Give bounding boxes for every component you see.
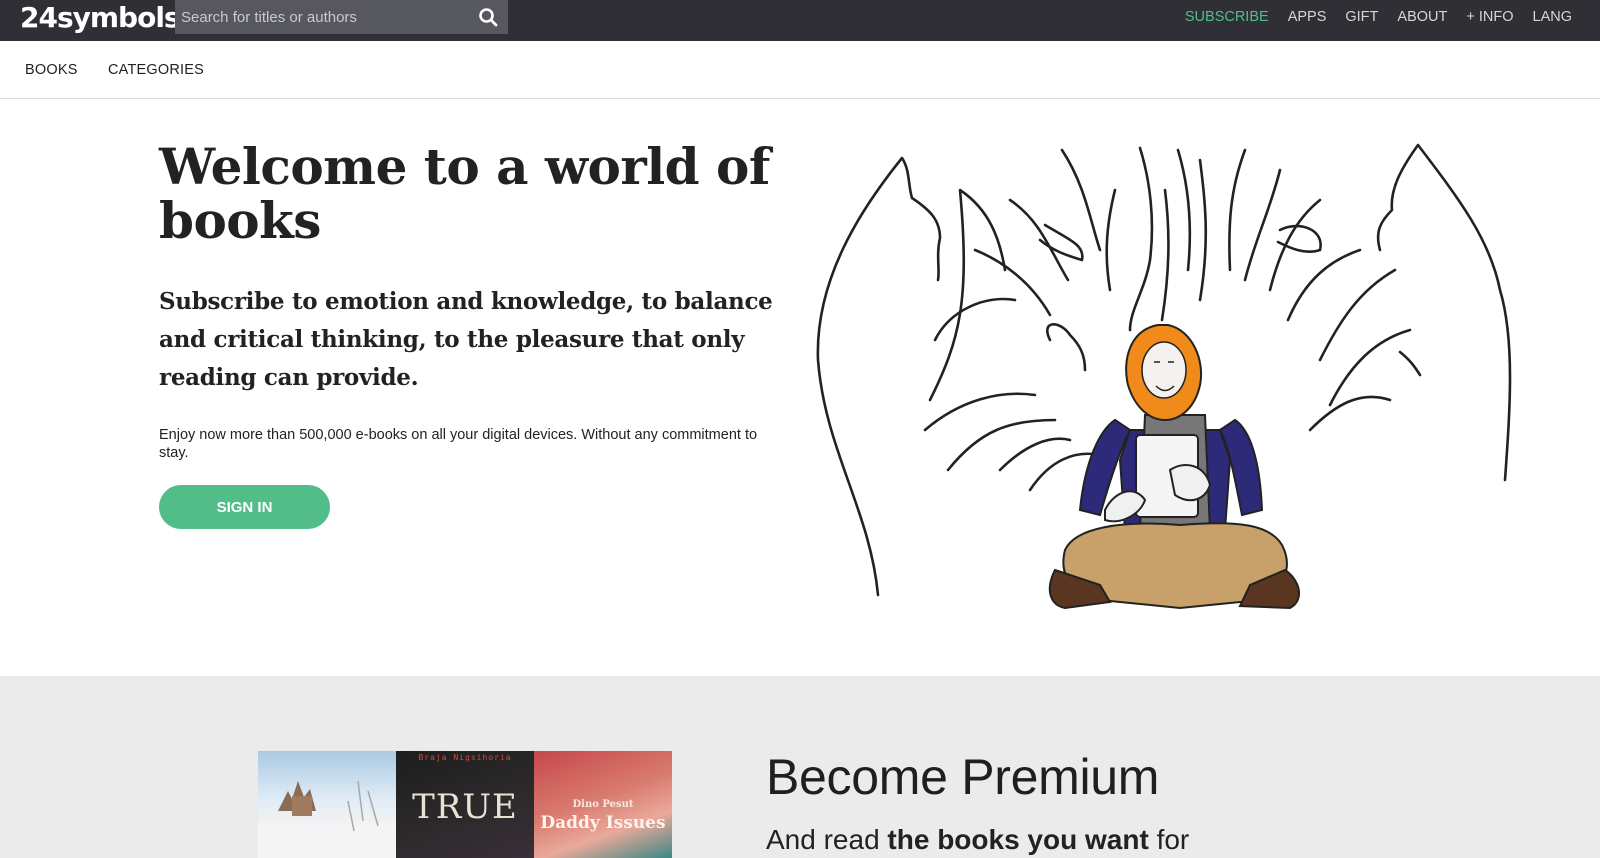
- premium-text-bold: the books you want: [887, 824, 1149, 855]
- book-author: Dino Pesut: [572, 799, 634, 810]
- book-cover[interactable]: [258, 751, 396, 858]
- subnav-books-link[interactable]: BOOKS: [25, 62, 78, 78]
- premium-description: And read the books you want for: [766, 824, 1189, 856]
- subnav-categories-link[interactable]: CATEGORIES: [108, 62, 204, 78]
- book-covers-strip: Braja Nigsihoria TRUE Dino Pesut Daddy I…: [258, 751, 672, 858]
- book-cover[interactable]: Dino Pesut Daddy Issues: [534, 751, 672, 858]
- castle-icon: [258, 780, 396, 858]
- premium-text-start: And read: [766, 824, 880, 855]
- hero-description: Enjoy now more than 500,000 e-books on a…: [159, 427, 758, 461]
- premium-title: Become Premium: [766, 749, 1160, 805]
- premium-text-end: for: [1156, 824, 1190, 855]
- book-title: TRUE: [412, 787, 518, 827]
- reader-on-dragon-throne-illustration: [816, 143, 1512, 610]
- top-nav-links: SUBSCRIBE APPS GIFT ABOUT + INFO LANG: [1185, 0, 1600, 34]
- search-input[interactable]: [175, 0, 465, 34]
- premium-section: Braja Nigsihoria TRUE Dino Pesut Daddy I…: [0, 676, 1600, 858]
- nav-gift-link[interactable]: GIFT: [1345, 9, 1378, 25]
- sign-in-button[interactable]: SIGN IN: [159, 485, 330, 529]
- hero-title: Welcome to a world of books: [159, 137, 770, 250]
- nav-subscribe-link[interactable]: SUBSCRIBE: [1185, 9, 1269, 25]
- book-cover[interactable]: Braja Nigsihoria TRUE: [396, 751, 534, 858]
- nav-about-link[interactable]: ABOUT: [1397, 9, 1447, 25]
- hero-subtitle: Subscribe to emotion and knowledge, to b…: [159, 288, 773, 391]
- nav-lang-link[interactable]: LANG: [1533, 9, 1573, 25]
- book-author: Braja Nigsihoria: [418, 753, 512, 762]
- nav-info-link[interactable]: + INFO: [1466, 9, 1513, 25]
- search-box: [175, 0, 508, 34]
- top-navigation-bar: 24symbols SUBSCRIBE APPS GIFT ABOUT + IN…: [0, 0, 1600, 41]
- book-title: Daddy Issues: [540, 813, 666, 833]
- search-icon[interactable]: [478, 7, 498, 27]
- nav-apps-link[interactable]: APPS: [1288, 9, 1327, 25]
- secondary-navigation: BOOKS CATEGORIES: [0, 41, 1600, 99]
- site-logo[interactable]: 24symbols: [20, 1, 181, 37]
